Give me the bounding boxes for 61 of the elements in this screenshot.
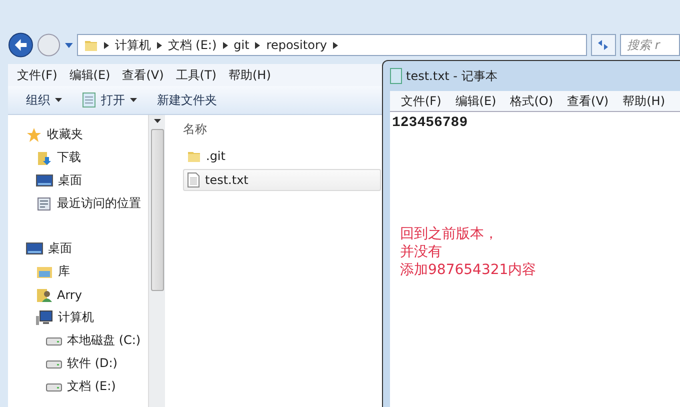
menu-item[interactable]: 查看(V) (562, 92, 614, 110)
sidebar-item[interactable]: 本地磁盘 (C:) (8, 329, 148, 352)
sidebar-item[interactable]: 下载 (8, 146, 148, 169)
chevron-icon[interactable] (104, 42, 109, 48)
folder-icon (187, 149, 201, 163)
sidebar-item[interactable]: 桌面 (8, 237, 148, 260)
sidebar-item[interactable]: 软件 (D:) (8, 352, 148, 375)
drive-icon (46, 336, 62, 346)
desktop-icon (26, 242, 43, 256)
caret-icon (154, 119, 160, 123)
history-caret-icon[interactable] (64, 42, 73, 48)
address-bar[interactable]: 计算机 文档 (E:) git repository (76, 34, 586, 56)
recent-places-icon (36, 196, 52, 212)
drive-icon (46, 358, 62, 368)
sidebar-item[interactable]: 计算机 (8, 306, 148, 329)
chevron-icon[interactable] (222, 42, 228, 48)
refresh-button[interactable] (590, 34, 616, 56)
sidebar-item[interactable]: 最近访问的位置 (8, 192, 148, 215)
sidebar-item[interactable]: 收藏夹 (8, 123, 148, 146)
notepad-icon (390, 68, 402, 84)
menu-item[interactable]: 帮助(H) (618, 92, 670, 110)
menu-item[interactable]: 编辑(E) (450, 92, 502, 110)
caret-icon (55, 98, 62, 102)
toolbar-button[interactable]: 新建文件夹 (157, 90, 217, 110)
search-field[interactable]: 搜索 r (620, 34, 680, 56)
sidebar-item[interactable]: 文档 (E:) (8, 375, 148, 398)
column-header[interactable]: 名称 (183, 121, 381, 143)
menu-item[interactable]: 帮助(H) (224, 66, 276, 84)
drive-icon (46, 382, 62, 392)
chevron-icon[interactable] (255, 42, 260, 48)
menu-item[interactable]: 格式(O) (505, 92, 558, 110)
chevron-icon[interactable] (332, 42, 338, 48)
download-folder-icon (36, 150, 52, 166)
library-icon (36, 264, 53, 278)
menu-item[interactable]: 文件(F) (12, 66, 62, 84)
chevron-icon[interactable] (156, 42, 162, 48)
refresh-icon (596, 39, 610, 51)
window-title: test.txt - 记事本 (406, 68, 498, 84)
back-button[interactable] (8, 32, 34, 58)
toolbar-menu[interactable]: 打开 (82, 90, 137, 110)
toolbar-menu[interactable]: 组织 (26, 90, 62, 110)
sidebar-item[interactable]: 库 (8, 260, 148, 283)
desktop-icon (36, 174, 53, 188)
user-folder-icon (36, 286, 52, 302)
document-icon (187, 172, 200, 188)
annotation: 回到之前版本， 并没有 添加987654321内容 (400, 225, 538, 279)
file-item[interactable]: test.txt (183, 169, 381, 191)
file-item[interactable]: .git (183, 145, 381, 167)
menu-item[interactable]: 工具(T) (170, 66, 222, 84)
menu-item[interactable]: 编辑(E) (64, 66, 116, 84)
computer-icon (36, 310, 53, 326)
scrollbar[interactable] (148, 115, 165, 407)
caret-icon (130, 98, 137, 102)
sidebar-item[interactable]: Arry (8, 283, 148, 306)
menu-item[interactable]: 查看(V) (117, 66, 169, 84)
sidebar-item[interactable]: 桌面 (8, 169, 148, 192)
folder-icon (84, 38, 98, 52)
menu-item[interactable]: 文件(F) (396, 92, 446, 110)
star-icon (26, 126, 42, 142)
notepad-icon (82, 92, 96, 108)
text-area[interactable]: 123456789 回到之前版本， 并没有 添加987654321内容 (390, 111, 680, 407)
